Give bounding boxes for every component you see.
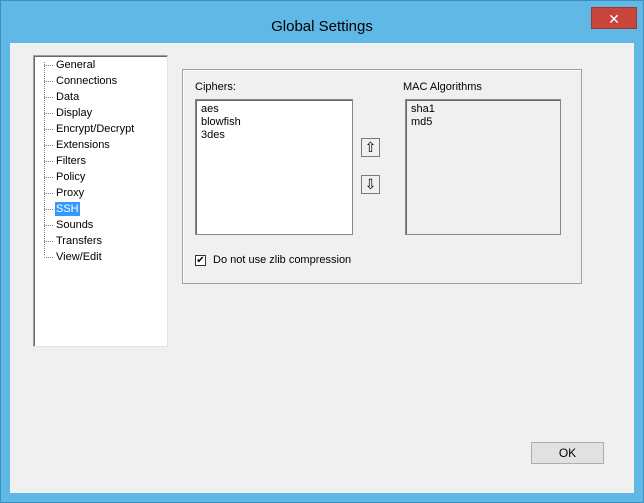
mac-algorithms-label: MAC Algorithms	[403, 81, 482, 93]
title-bar[interactable]: Global Settings ✕	[1, 1, 643, 43]
tree-item-label: Proxy	[56, 187, 85, 199]
tree-branch	[44, 241, 53, 242]
tree-branch	[44, 225, 53, 226]
tree-branch	[44, 193, 53, 194]
ciphers-label: Ciphers:	[195, 81, 236, 93]
list-item[interactable]: sha1	[411, 103, 435, 116]
tree-branch	[44, 81, 53, 82]
arrow-up-icon: ⇧	[364, 139, 377, 155]
tree-branch	[44, 145, 53, 146]
ok-button[interactable]: OK	[531, 442, 604, 464]
tree-branch	[44, 209, 53, 210]
tree-branch	[44, 97, 53, 98]
list-item[interactable]: md5	[411, 116, 432, 129]
tree-item-label: Connections	[56, 75, 118, 87]
arrow-down-icon: ⇩	[364, 176, 377, 192]
close-button[interactable]: ✕	[591, 7, 637, 29]
tree-item-label: Data	[56, 91, 80, 103]
tree-item-label: Sounds	[56, 219, 94, 231]
zlib-checkbox-label[interactable]: Do not use zlib compression	[213, 254, 351, 266]
tree-branch	[44, 177, 53, 178]
move-down-button[interactable]: ⇩	[361, 175, 380, 194]
checkmark-icon: ✔	[196, 255, 205, 266]
close-icon: ✕	[608, 11, 620, 27]
tree-connector-line	[44, 62, 45, 255]
tree-branch	[44, 129, 53, 130]
move-up-button[interactable]: ⇧	[361, 138, 380, 157]
dialog-client-area: General Connections Data Display Encrypt…	[10, 43, 634, 493]
list-item[interactable]: aes	[201, 103, 219, 116]
ssh-settings-panel: Ciphers: aes blowfish 3des ⇧ ⇩ MAC Algor…	[182, 69, 582, 284]
ciphers-list[interactable]: aes blowfish 3des	[195, 99, 353, 235]
mac-algorithms-list[interactable]: sha1 md5	[405, 99, 561, 235]
tree-branch	[44, 113, 53, 114]
global-settings-window: Global Settings ✕ General Connections Da…	[0, 0, 644, 503]
tree-item-label: Encrypt/Decrypt	[56, 123, 135, 135]
settings-tree[interactable]: General Connections Data Display Encrypt…	[33, 55, 168, 347]
tree-branch	[44, 161, 53, 162]
tree-item-label: Transfers	[56, 235, 103, 247]
tree-branch	[44, 65, 53, 66]
tree-item-label: General	[56, 59, 96, 71]
tree-item-label: Policy	[56, 171, 86, 183]
tree-item-label: Filters	[56, 155, 86, 167]
zlib-checkbox[interactable]: ✔	[195, 255, 206, 266]
list-item[interactable]: blowfish	[201, 116, 241, 129]
tree-item-label: View/Edit	[56, 251, 102, 263]
list-item[interactable]: 3des	[201, 129, 225, 142]
tree-item-label: Display	[56, 107, 93, 119]
tree-item-label: Extensions	[56, 139, 110, 151]
window-title: Global Settings	[271, 18, 373, 35]
tree-item-label: SSH	[55, 202, 80, 216]
tree-branch	[44, 257, 53, 258]
